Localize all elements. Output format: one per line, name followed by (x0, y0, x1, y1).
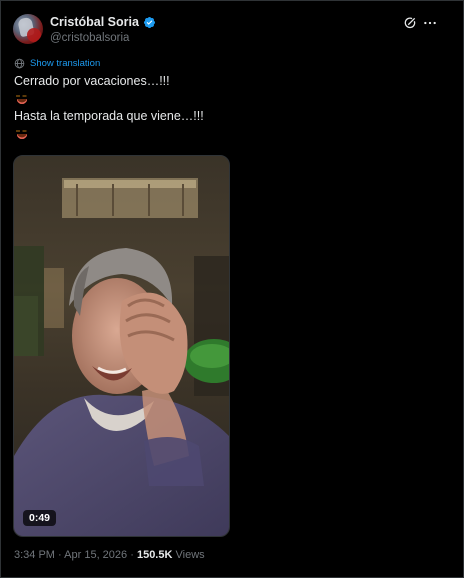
author-handle[interactable]: @cristobalsoria (50, 32, 129, 44)
globe-icon (14, 58, 25, 69)
avatar-badge (27, 28, 41, 42)
grok-icon[interactable] (403, 16, 417, 30)
tweet-line-3: Hasta la temporada que viene…!!! (14, 109, 204, 123)
video-duration: 0:49 (23, 510, 57, 526)
author-name-row[interactable]: Cristóbal Soria (50, 15, 156, 29)
show-translation[interactable]: Show translation (14, 58, 100, 69)
author-display-name[interactable]: Cristóbal Soria (50, 15, 139, 29)
views-count: 150.5K (136, 549, 173, 561)
avatar[interactable] (13, 14, 43, 44)
emoji-row-2 (14, 126, 454, 144)
show-translation-link[interactable]: Show translation (30, 58, 100, 69)
video-player[interactable] (13, 155, 230, 537)
meta-separator: · (130, 549, 134, 561)
verified-badge-icon (143, 16, 155, 28)
meta-separator: · (58, 549, 62, 561)
tweet-time[interactable]: 3:34 PM (14, 549, 55, 561)
tweet-card: Cristóbal Soria @cristobalsoria Show tra… (0, 0, 464, 578)
tweet-line-1: Cerrado por vacaciones…!!! (14, 74, 170, 88)
more-icon[interactable] (423, 16, 437, 30)
emoji-row-1 (14, 91, 454, 109)
views-label: Views (175, 549, 205, 561)
tweet-date[interactable]: Apr 15, 2026 (64, 549, 127, 561)
video-frame (14, 156, 229, 536)
tweet-meta: 3:34 PM · Apr 15, 2026 · 150.5K Views (14, 549, 205, 561)
tweet-text: Cerrado por vacaciones…!!! Hasta la temp… (14, 73, 454, 143)
